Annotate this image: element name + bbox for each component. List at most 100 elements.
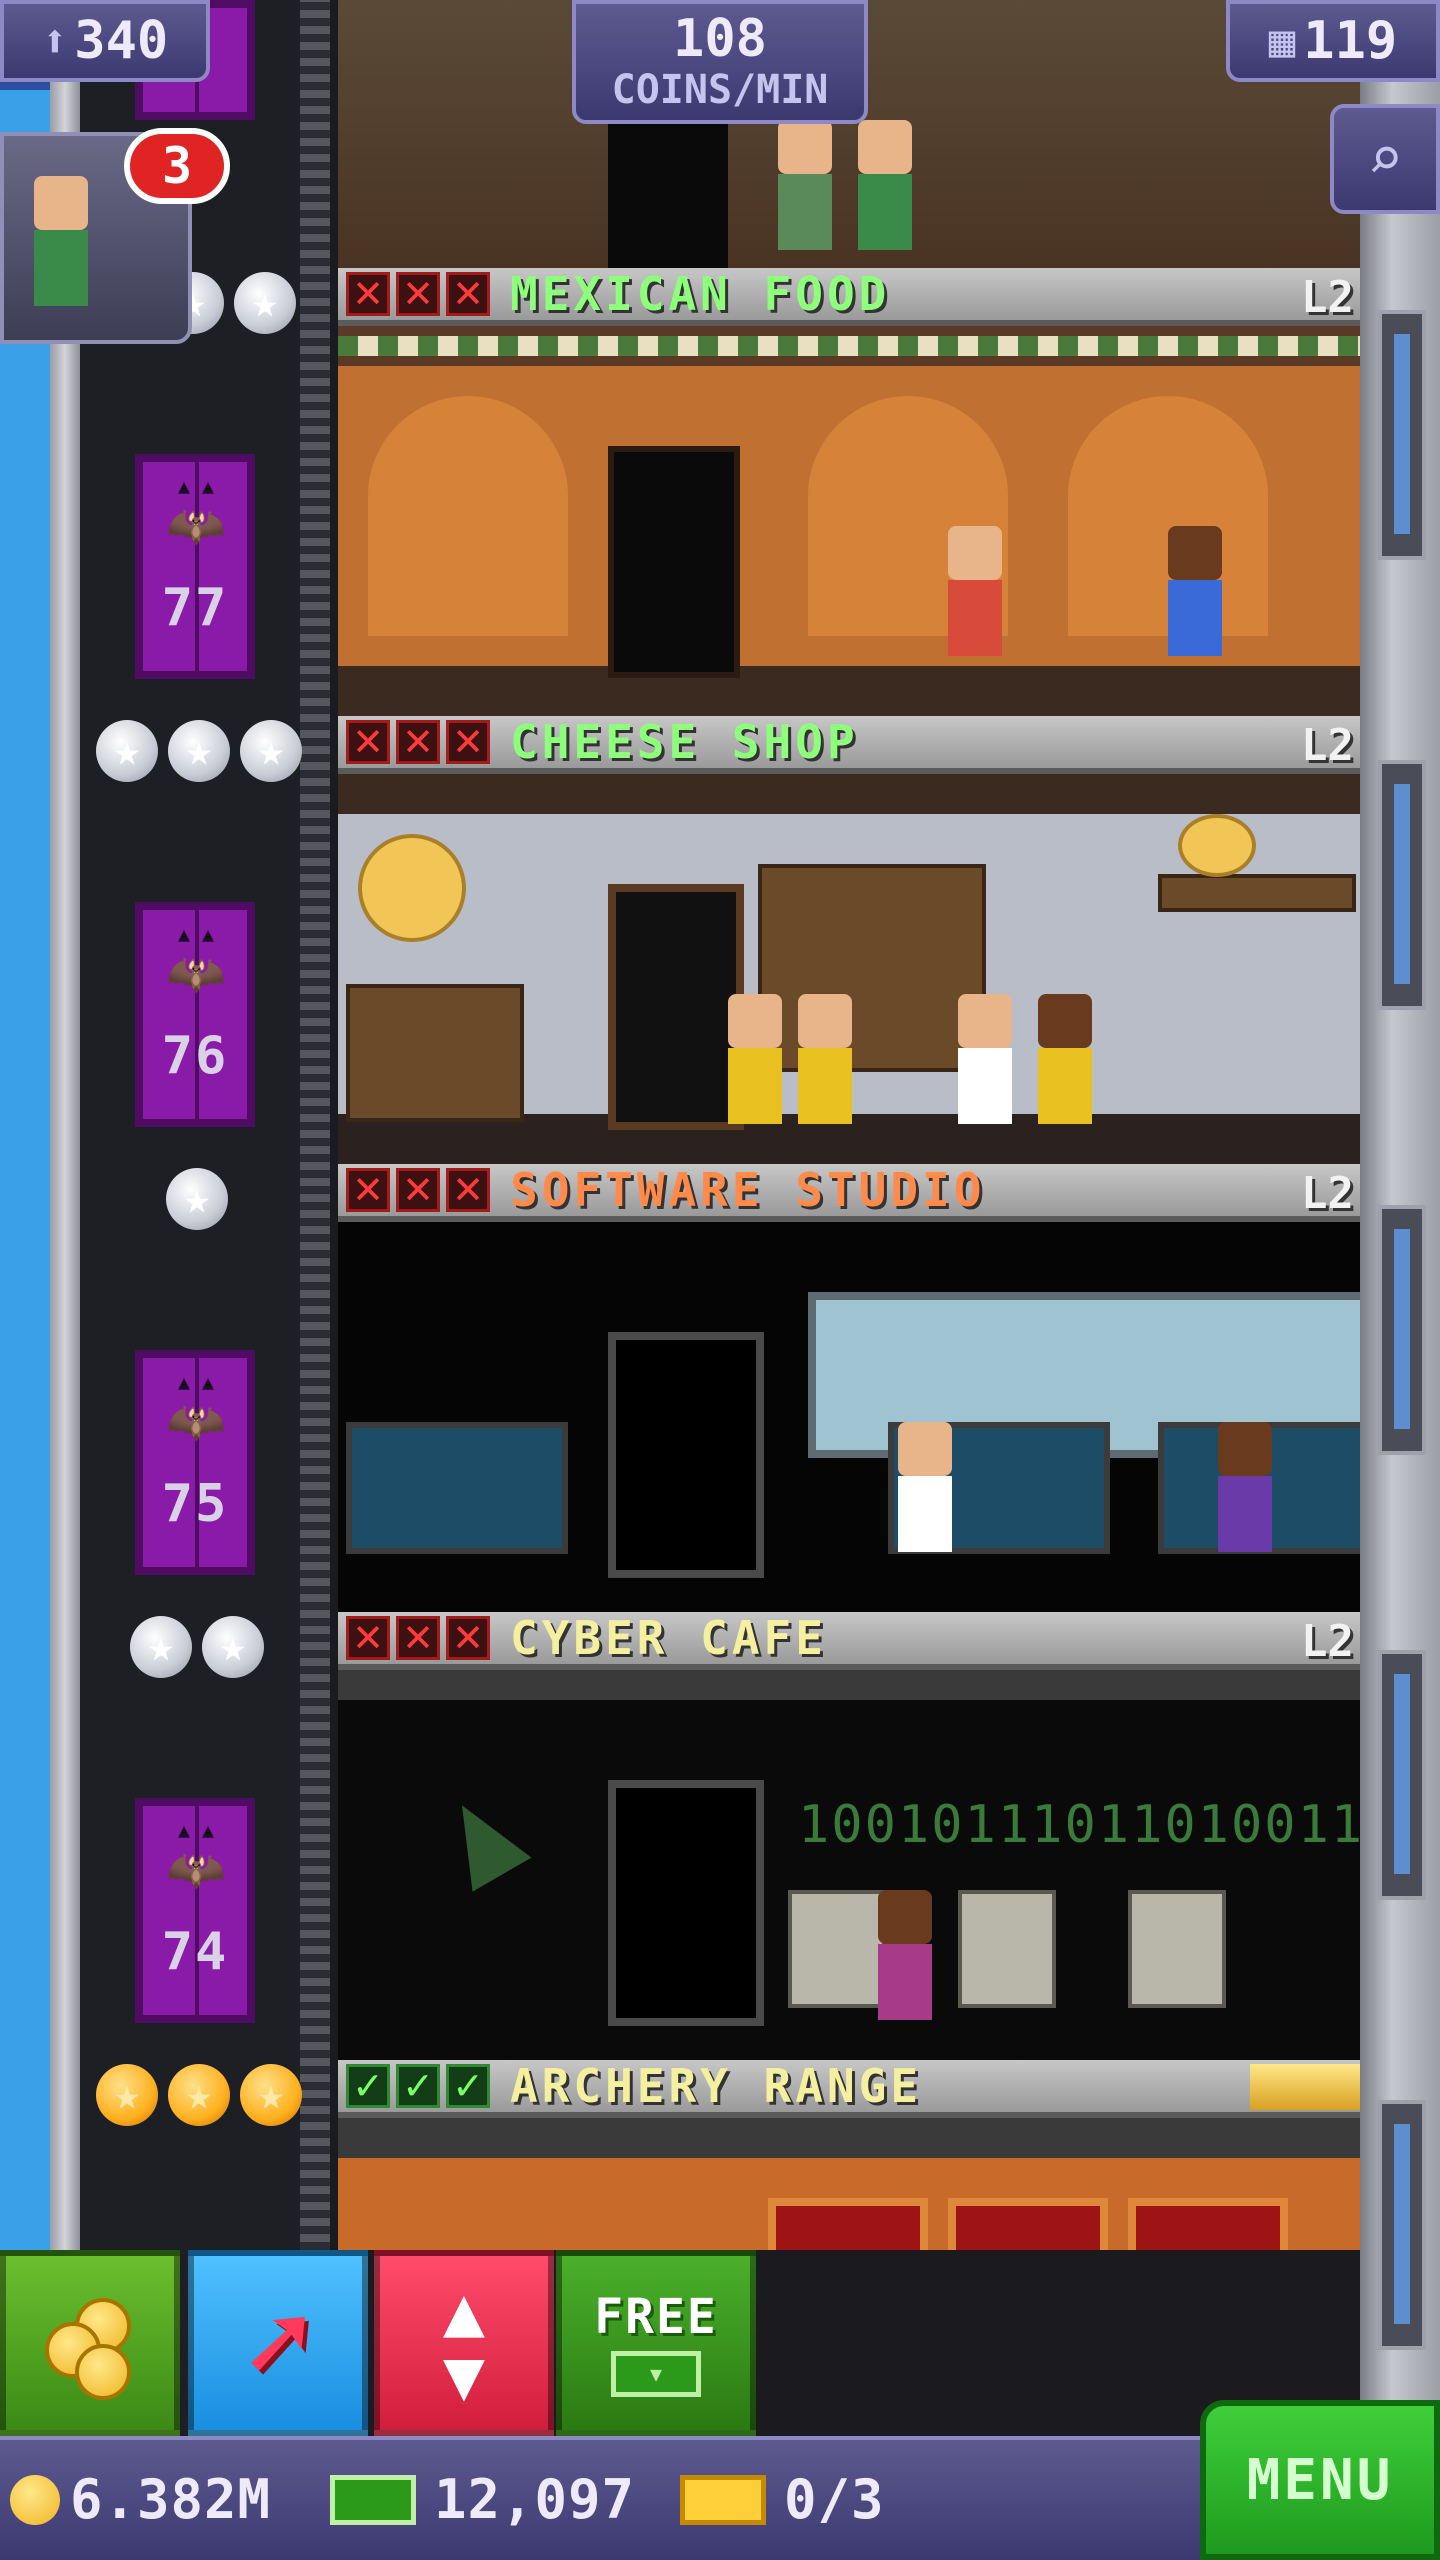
bux-value: 12,097 [434, 2468, 636, 2531]
floor-title-bar[interactable]: ✕ ✕ ✕ CYBER CAFE L2 [338, 1611, 1360, 1670]
resident-figure [798, 994, 852, 1124]
star-icon: ★ [202, 1616, 264, 1678]
floor-title-bar[interactable]: ✕ ✕ ✕ SOFTWARE STUDIO L2 [338, 1163, 1360, 1222]
status-marks: ✕ ✕ ✕ [346, 272, 490, 316]
floor-software-studio[interactable]: ★ ✕ ✕ ✕ SOFTWARE STUDIO L2 🦇 75 [0, 1163, 1440, 1612]
tickets-value: 0/3 [784, 2468, 885, 2531]
elevator-door[interactable]: 🦇 77 [135, 454, 255, 679]
status-x-icon: ✕ [446, 1168, 490, 1212]
arrow-up-right-icon: ➚ [244, 2279, 312, 2407]
status-marks: ✕ ✕ ✕ [346, 1616, 490, 1660]
population-icon: ⬆ [41, 15, 69, 67]
elevator-control-button[interactable]: ▲ ▼ [374, 2250, 554, 2436]
coins-per-min-amount: 108 [673, 9, 767, 69]
population-counter[interactable]: ⬆ 340 [0, 0, 210, 82]
elevator-door[interactable]: 🦇 75 [135, 1350, 255, 1575]
floor-archery-range[interactable]: ★ ★ ★ ✓ ✓ ✓ ARCHERY RANGE [0, 2059, 1440, 2250]
status-x-icon: ✕ [346, 272, 390, 316]
status-x-icon: ✕ [346, 1168, 390, 1212]
resident-figure [958, 994, 1012, 1124]
floor-count-counter[interactable]: ▦ 119 [1226, 0, 1440, 82]
status-x-icon: ✕ [396, 272, 440, 316]
floor-name: MEXICAN FOOD [510, 267, 891, 321]
building-icon: ▦ [1268, 15, 1296, 67]
arch [368, 396, 568, 636]
star-icon: ★ [234, 272, 296, 334]
coins-button[interactable] [0, 2250, 180, 2436]
floor-stars: ★ [166, 1168, 228, 1230]
floor-title-bar[interactable]: ✓ ✓ ✓ ARCHERY RANGE [338, 2059, 1360, 2118]
archery-lane [1128, 2198, 1288, 2250]
floor-name: CYBER CAFE [510, 1611, 827, 1665]
bux-balance: 12,097 [330, 2468, 635, 2531]
floor-level: L2 [1301, 1168, 1354, 1219]
gold-star-icon: ★ [240, 2064, 302, 2126]
free-bux-button[interactable]: FREE ▼ [556, 2250, 756, 2436]
elevator-door[interactable]: 🦇 74 [135, 1798, 255, 2023]
archery-lane [948, 2198, 1108, 2250]
floor-stars: ★ ★ [130, 1616, 264, 1678]
zoom-search-button[interactable]: ⌕ [1330, 104, 1440, 214]
lift-rocket-button[interactable]: ➚ [188, 2250, 368, 2436]
floor-name: SOFTWARE STUDIO [510, 1163, 986, 1217]
elevator-door[interactable]: 🦇 76 [135, 902, 255, 1127]
menu-button[interactable]: MENU [1200, 2400, 1440, 2560]
floor-name: ARCHERY RANGE [510, 2059, 923, 2113]
resident-figure [1218, 1422, 1272, 1552]
floor-stars: ★ ★ ★ [96, 2064, 302, 2126]
elevator-floor-number: 77 [161, 578, 229, 638]
resident-figure [1168, 526, 1222, 656]
star-icon: ★ [130, 1616, 192, 1678]
bux-icon: ▼ [611, 2351, 701, 2397]
room-door [608, 1332, 764, 1578]
bat-icon: 🦇 [151, 476, 241, 550]
status-x-icon: ✕ [446, 272, 490, 316]
coins-per-min-display: 108 COINS/MIN [572, 0, 868, 124]
floor-level: L2 [1301, 272, 1354, 323]
status-marks: ✓ ✓ ✓ [346, 2064, 490, 2108]
room-door [608, 884, 744, 1130]
cheese-wheel [1178, 814, 1256, 877]
room-scene [338, 1222, 1360, 1612]
floor-cheese-shop[interactable]: ★ ★ ★ ✕ ✕ ✕ CHEESE SHOP L2 🦇 76 [0, 715, 1440, 1164]
gold-star-icon: ★ [168, 2064, 230, 2126]
resident-figure [1038, 994, 1092, 1124]
computer-terminal [1128, 1890, 1226, 2008]
floor-mexican-food[interactable]: ★ ★ ✕ ✕ ✕ MEXICAN FOOD L2 🦇 77 [0, 267, 1440, 716]
computer-terminal [958, 1890, 1056, 2008]
floor-stars: ★ ★ ★ [96, 720, 302, 782]
floor-cyber-cafe[interactable]: ★ ★ ✕ ✕ ✕ CYBER CAFE L2 1001011101101001… [0, 1611, 1440, 2060]
room-door [608, 1780, 764, 2026]
resident-figure [728, 994, 782, 1124]
resident-figure [948, 526, 1002, 656]
status-x-icon: ✕ [346, 1616, 390, 1660]
status-x-icon: ✕ [396, 1168, 440, 1212]
notification-badge: 3 [124, 128, 230, 204]
room-scene: 10010111011010011 [338, 1670, 1360, 2060]
star-icon: ★ [240, 720, 302, 782]
magnifier-icon: ⌕ [1366, 124, 1404, 194]
status-marks: ✕ ✕ ✕ [346, 720, 490, 764]
star-icon: ★ [96, 720, 158, 782]
star-icon: ★ [168, 720, 230, 782]
computer-desk [346, 1422, 568, 1554]
bux-icon [330, 2474, 416, 2525]
coin-icon [10, 2474, 60, 2525]
ceiling-lamps [338, 1670, 1360, 1700]
cheese-wheel [358, 834, 466, 942]
status-x-icon: ✕ [396, 1616, 440, 1660]
room-scene [338, 326, 1360, 716]
coins-value: 6.382M [70, 2468, 272, 2531]
bat-icon: 🦇 [151, 924, 241, 998]
room-scene [338, 2118, 1360, 2250]
floor-title-bar[interactable]: ✕ ✕ ✕ MEXICAN FOOD L2 [338, 267, 1360, 326]
cheese-shelf [758, 864, 986, 1072]
status-x-icon: ✕ [446, 1616, 490, 1660]
cheese-shelf [1158, 874, 1356, 912]
floor-title-bar[interactable]: ✕ ✕ ✕ CHEESE SHOP L2 [338, 715, 1360, 774]
floor-level: L2 [1301, 1616, 1354, 1667]
elevator-floor-number: 74 [161, 1922, 229, 1982]
star-icon: ★ [166, 1168, 228, 1230]
resident-figure [898, 1422, 952, 1552]
bat-icon: 🦇 [151, 1372, 241, 1446]
